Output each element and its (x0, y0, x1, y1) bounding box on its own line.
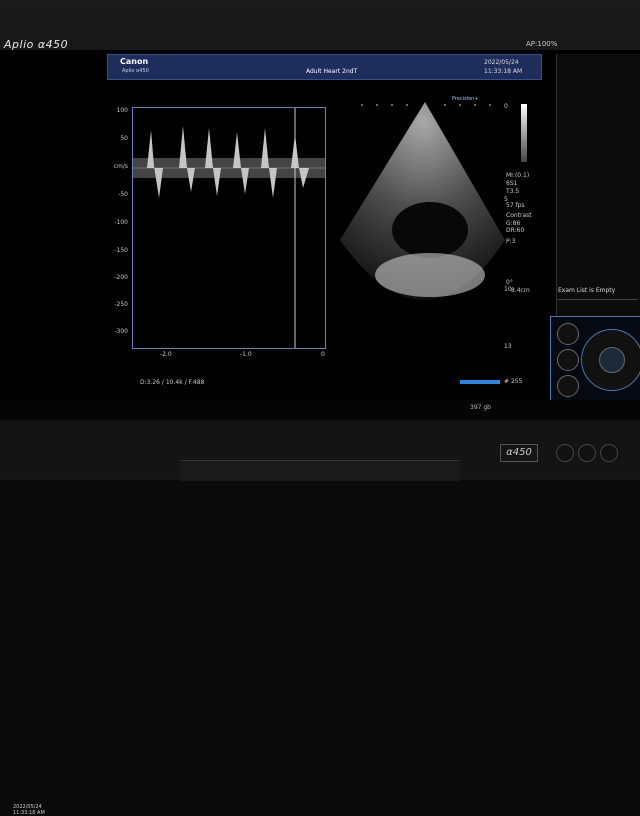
gray-scale-bar (521, 104, 527, 162)
input-button[interactable] (600, 444, 618, 462)
exam-preset: Adult Heart 2ndT (306, 68, 358, 75)
y-tick: -50 (118, 191, 128, 198)
wheel-button[interactable] (557, 349, 579, 371)
x-tick: -2.0 (160, 351, 172, 358)
doppler-info: D:3.26 / 10.4k / F.488 (140, 379, 205, 386)
menu-button[interactable] (578, 444, 596, 462)
spectral-waveform (133, 126, 325, 198)
power-button[interactable] (556, 444, 574, 462)
y-tick: -150 (114, 247, 128, 254)
depth-mark: 13 (504, 343, 512, 350)
bright-wall (375, 253, 485, 297)
depth-readout: 8.4cm (511, 287, 530, 294)
depth-mark: 0 (504, 103, 508, 110)
y-tick: 50 (120, 135, 128, 142)
header-time: 11:33:18 AM (484, 68, 523, 75)
y-axis-unit: cm/s (113, 163, 128, 170)
select-button[interactable] (599, 347, 625, 373)
param: 6S1 (506, 180, 518, 187)
precision-label: Precision+ (452, 96, 479, 102)
model-badge: α450 (500, 444, 538, 462)
chamber (392, 202, 468, 258)
taskbar-time: 11:33:18 AM (13, 810, 45, 816)
x-tick: -1.0 (240, 351, 252, 358)
y-tick: 100 (116, 107, 128, 114)
y-tick: -250 (114, 301, 128, 308)
wheel-button[interactable] (557, 323, 579, 345)
param: G:86 (506, 220, 521, 227)
y-tick: -200 (114, 274, 128, 281)
param: DR:60 (506, 227, 525, 234)
x-tick: 0 (321, 351, 325, 358)
frame-counter: # 255 (504, 378, 523, 385)
acoustic-power: AP:100% (526, 40, 558, 48)
exam-list-status: Exam List is Empty (558, 287, 638, 300)
wheel-button[interactable] (557, 375, 579, 397)
y-tick: -300 (114, 328, 128, 335)
param: MI:(0.1) (506, 172, 530, 179)
angle-readout: 0° (506, 279, 513, 286)
cine-progress-bar[interactable] (460, 380, 500, 384)
device-name: Aplio α450 (122, 68, 149, 74)
y-tick: -100 (114, 219, 128, 226)
param: P:3 (506, 238, 516, 245)
header-bar: Canon Aplio α450 Adult Heart 2ndT 2022/0… (107, 54, 542, 80)
param: T3.5 (506, 188, 520, 195)
param: 57 fps (506, 202, 525, 209)
doppler-graph (133, 108, 325, 348)
touch-control-wheel[interactable] (550, 316, 640, 402)
header-date: 2022/05/24 (484, 59, 519, 66)
monitor-stand (180, 460, 460, 481)
doppler-spectrum (132, 107, 326, 349)
storage-readout: 397 gb (470, 404, 491, 411)
param: Contrast (506, 212, 532, 219)
echo-sector-image (340, 102, 505, 300)
canon-logo: Canon (120, 57, 149, 66)
